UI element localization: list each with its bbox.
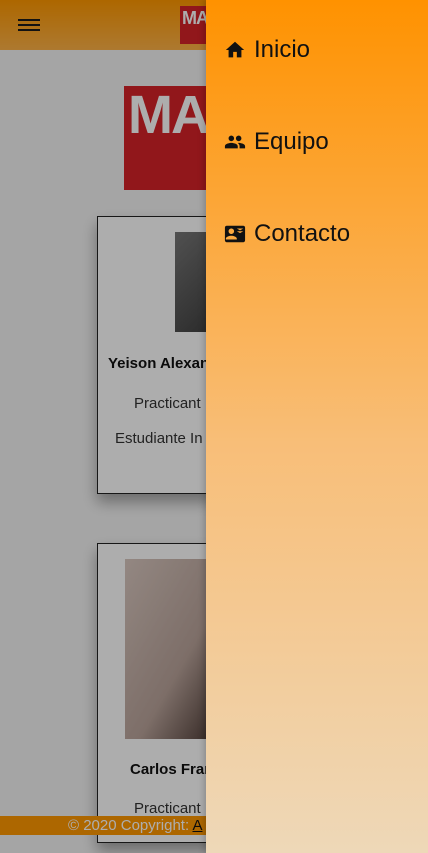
contact-card-icon — [224, 225, 246, 243]
navigation-drawer: Inicio Equipo Contacto — [206, 0, 428, 853]
drawer-item-label: Contacto — [254, 220, 351, 247]
app-screen: MA TE MA TE Yeison Alexan Practicant Est… — [0, 0, 428, 853]
drawer-item-equipo[interactable]: Equipo — [224, 125, 329, 159]
drawer-item-label: Equipo — [254, 128, 329, 155]
people-icon — [224, 135, 246, 149]
drawer-item-contacto[interactable]: Contacto — [224, 217, 350, 251]
drawer-item-inicio[interactable]: Inicio — [224, 33, 310, 67]
drawer-item-label: Inicio — [254, 36, 311, 63]
home-icon — [225, 41, 245, 58]
